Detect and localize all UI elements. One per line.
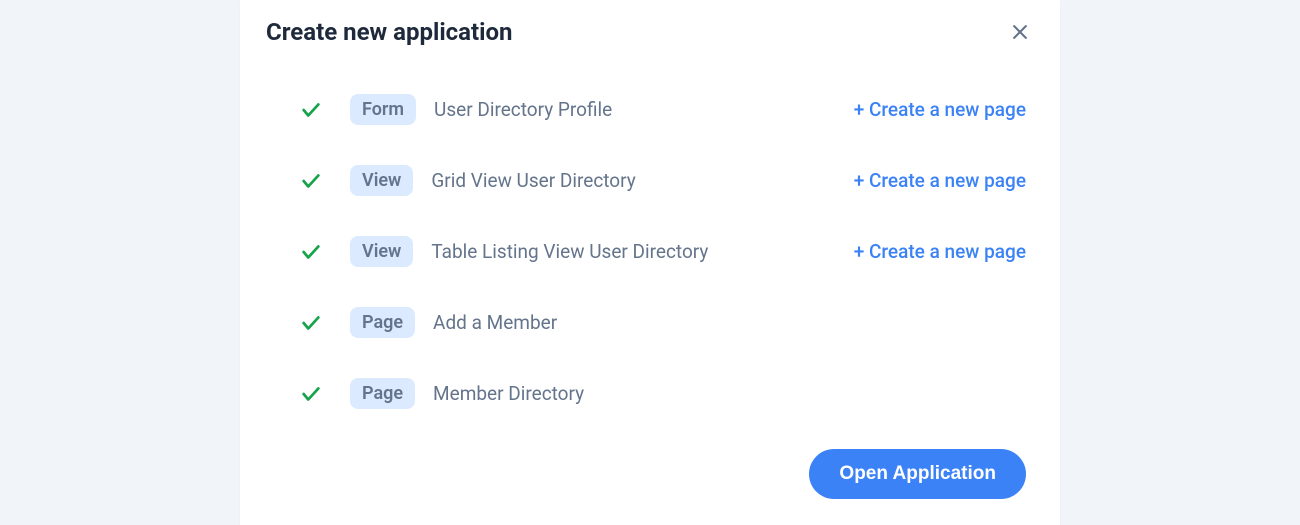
modal-title: Create new application <box>266 18 513 46</box>
check-icon <box>300 241 328 263</box>
modal-header: Create new application <box>266 18 1034 46</box>
modal-footer: Open Application <box>266 449 1034 499</box>
item-type-tag: Page <box>350 378 415 409</box>
close-button[interactable] <box>1006 18 1034 46</box>
create-new-page-link[interactable]: + Create a new page <box>854 98 1026 121</box>
item-type-tag: View <box>350 236 413 267</box>
create-new-page-link[interactable]: + Create a new page <box>854 240 1026 263</box>
close-icon <box>1010 22 1030 42</box>
item-row: Page Member Directory <box>300 378 1026 409</box>
check-icon <box>300 383 328 405</box>
item-row: Page Add a Member <box>300 307 1026 338</box>
item-name: User Directory Profile <box>434 98 854 121</box>
check-icon <box>300 170 328 192</box>
check-icon <box>300 312 328 334</box>
item-name: Grid View User Directory <box>431 169 853 192</box>
item-type-tag: View <box>350 165 413 196</box>
check-icon <box>300 99 328 121</box>
item-type-tag: Page <box>350 307 415 338</box>
create-new-page-link[interactable]: + Create a new page <box>854 169 1026 192</box>
item-name: Add a Member <box>433 311 1026 334</box>
item-type-tag: Form <box>350 94 416 125</box>
open-application-button[interactable]: Open Application <box>809 449 1026 499</box>
item-name: Member Directory <box>433 382 1026 405</box>
create-application-modal: Create new application Form User Director… <box>240 0 1060 525</box>
item-name: Table Listing View User Directory <box>431 240 853 263</box>
item-row: View Grid View User Directory+ Create a n… <box>300 165 1026 196</box>
item-row: Form User Directory Profile+ Create a new… <box>300 94 1026 125</box>
items-list: FormUser Directory Profile+ Create a new… <box>266 94 1034 409</box>
item-row: View Table Listing View User Directory+ C… <box>300 236 1026 267</box>
